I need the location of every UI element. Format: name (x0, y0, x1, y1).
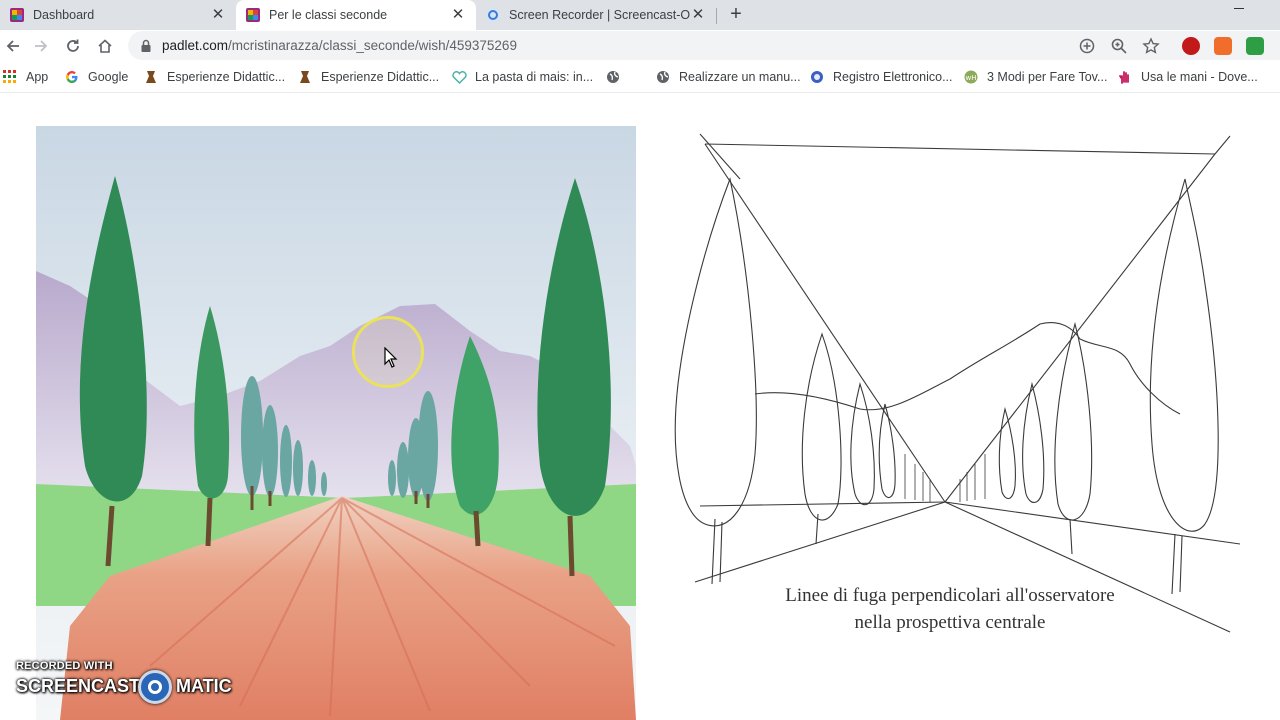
drawing-caption: Linee di fuga perpendicolari all'osserva… (690, 582, 1210, 636)
forward-button[interactable] (28, 33, 54, 59)
globe-icon (655, 69, 671, 85)
tab-title: Dashboard (33, 8, 95, 22)
avg-extension-icon[interactable] (1246, 37, 1264, 55)
adblock-extension-icon[interactable] (1182, 37, 1200, 55)
bookmark-label: Esperienze Didattic... (167, 70, 286, 84)
bookmark-apps[interactable]: App (2, 67, 48, 87)
install-app-icon[interactable] (1078, 37, 1096, 55)
bookmark-esperienze-1[interactable]: Esperienze Didattic... (143, 67, 285, 87)
bookmark-label: App (26, 70, 49, 84)
office-extension-icon[interactable] (1214, 37, 1232, 55)
bookmark-site-icon (143, 69, 159, 85)
minimize-window-button[interactable] (1226, 0, 1252, 24)
reload-icon (67, 39, 79, 52)
bookmark-site-icon (297, 69, 313, 85)
apps-grid-icon (2, 69, 18, 85)
google-icon (64, 69, 80, 85)
address-toolbar: padlet.com/mcristinarazza/classi_seconde… (0, 30, 1280, 61)
tab-per-le-classi-seconde[interactable]: Per le classi seconde ✕ (236, 0, 476, 30)
globe-icon (809, 69, 825, 85)
bookmark-label: Esperienze Didattic... (321, 70, 440, 84)
heart-icon (451, 69, 467, 85)
wikihow-icon: wH (963, 69, 979, 85)
bookmark-pasta-di-mais[interactable]: La pasta di mais: in... (451, 67, 593, 87)
padlet-post-content: Linee di fuga perpendicolari all'osserva… (0, 94, 1280, 720)
lock-icon[interactable] (140, 39, 152, 53)
padlet-icon (10, 8, 24, 22)
watercolor-painting-image (36, 126, 636, 720)
bookmark-label: Registro Elettronico... (833, 70, 953, 84)
caption-line-2: nella prospettiva centrale (854, 612, 1046, 633)
zoom-icon[interactable] (1110, 37, 1128, 55)
tab-strip: Dashboard ✕ Per le classi seconde ✕ Scre… (0, 0, 1280, 30)
watermark-matic: MATIC (176, 676, 232, 696)
reload-button[interactable] (60, 33, 86, 59)
bookmark-label: La pasta di mais: in... (475, 70, 594, 84)
url-path: /mcristinarazza/classi_seconde/wish/4593… (228, 38, 517, 53)
tab-title: Per le classi seconde (269, 8, 388, 22)
padlet-icon (246, 8, 260, 22)
bookmarks-bar: App Google Esperienze Didattic... Esperi… (0, 61, 1280, 93)
bookmark-label: Usa le mani - Dove... (1141, 70, 1258, 84)
hand-icon (1117, 69, 1133, 85)
caption-line-1: Linee di fuga perpendicolari all'osserva… (785, 585, 1115, 606)
globe-icon (605, 69, 621, 85)
url-text[interactable]: padlet.com/mcristinarazza/classi_seconde… (162, 38, 517, 53)
address-bar[interactable]: padlet.com/mcristinarazza/classi_seconde… (128, 31, 1280, 60)
bookmark-usa-le-mani[interactable]: Usa le mani - Dove... (1117, 67, 1258, 87)
tab-title: Screen Recorder | Screencast-O-M (509, 8, 690, 22)
close-icon[interactable]: ✕ (690, 7, 706, 23)
bookmark-realizzare[interactable]: Realizzare un manu... (655, 67, 801, 87)
bookmark-label: Realizzare un manu... (679, 70, 801, 84)
bookmark-esperienze-2[interactable]: Esperienze Didattic... (297, 67, 439, 87)
perspective-drawing-image (674, 133, 1241, 633)
mouse-cursor-icon (384, 347, 398, 368)
screencast-icon (486, 8, 500, 22)
bookmark-globe[interactable] (605, 67, 629, 87)
close-icon[interactable]: ✕ (450, 7, 466, 23)
back-arrow-icon (6, 40, 19, 52)
home-icon (98, 39, 112, 53)
back-button[interactable] (0, 33, 26, 59)
tab-separator (716, 8, 717, 24)
bookmark-label: Google (88, 70, 129, 84)
url-host: padlet.com (162, 38, 229, 53)
tab-dashboard[interactable]: Dashboard ✕ (0, 0, 236, 30)
forward-arrow-icon (35, 40, 48, 52)
home-button[interactable] (92, 33, 118, 59)
tab-screen-recorder[interactable]: Screen Recorder | Screencast-O-M ✕ (476, 0, 716, 30)
bookmark-3-modi[interactable]: wH 3 Modi per Fare Tov... (963, 67, 1107, 87)
close-icon[interactable]: ✕ (210, 7, 226, 23)
bookmark-label: 3 Modi per Fare Tov... (987, 70, 1108, 84)
screencast-watermark: RECORDED WITH SCREENCAST MATIC (16, 660, 256, 710)
screencast-logo-icon (138, 670, 172, 704)
watermark-screencast: SCREENCAST (16, 676, 141, 696)
bookmark-google[interactable]: Google (64, 67, 128, 87)
new-tab-button[interactable]: + (724, 0, 748, 30)
svg-text:wH: wH (966, 74, 977, 82)
bookmark-registro[interactable]: Registro Elettronico... (809, 67, 953, 87)
bookmark-star-icon[interactable] (1142, 37, 1160, 55)
watermark-recorded-with: RECORDED WITH (16, 660, 113, 672)
